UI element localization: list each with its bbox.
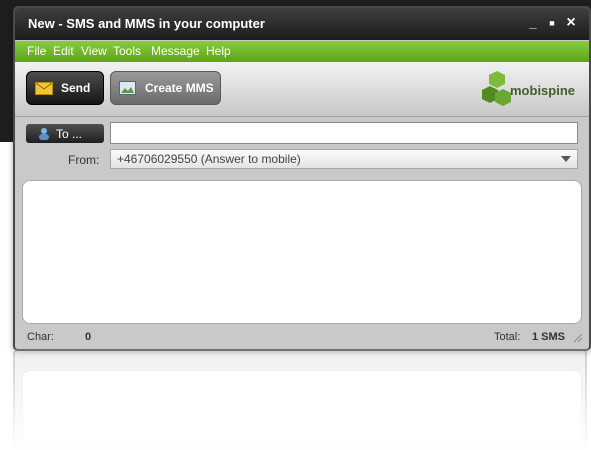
status-bar: Char: 0 Total: 1 SMS	[15, 326, 589, 349]
close-button[interactable]: ×	[564, 15, 578, 31]
create-mms-label: Create MMS	[145, 81, 214, 95]
from-select[interactable]: +46706029550 (Answer to mobile)	[110, 149, 578, 169]
dropdown-arrow-icon[interactable]	[561, 156, 571, 162]
logo-text: mobispine	[510, 83, 576, 98]
menu-view[interactable]: View	[81, 44, 107, 58]
recipient-input[interactable]	[110, 122, 578, 144]
contact-icon	[39, 128, 49, 140]
title-bar[interactable]: New - SMS and MMS in your computer _ ■ ×	[15, 8, 589, 40]
to-button-label: To ...	[56, 126, 83, 141]
image-icon	[119, 81, 136, 95]
total-value: 1 SMS	[532, 331, 566, 343]
menu-help[interactable]: Help	[206, 44, 231, 58]
maximize-button[interactable]: ■	[545, 16, 559, 30]
from-value: +46706029550 (Answer to mobile)	[117, 152, 301, 166]
resize-grip-icon[interactable]	[573, 333, 583, 343]
to-button[interactable]: To ...	[26, 124, 104, 143]
message-textarea[interactable]	[22, 180, 582, 324]
window-reflection	[13, 349, 587, 450]
send-label: Send	[61, 81, 91, 95]
reflection-frame	[13, 349, 587, 450]
char-label: Char:	[27, 331, 54, 343]
menu-message[interactable]: Message	[151, 44, 200, 58]
minimize-button[interactable]: _	[526, 16, 540, 30]
envelope-icon	[35, 81, 53, 95]
menu-bar: File Edit View Tools Message Help	[15, 41, 589, 62]
menu-file[interactable]: File	[27, 44, 46, 58]
send-button[interactable]: Send	[26, 71, 104, 105]
app-window: New - SMS and MMS in your computer _ ■ ×…	[13, 6, 591, 351]
reflection-message-area	[22, 370, 582, 448]
total-label: Total:	[494, 331, 521, 343]
char-count: 0	[85, 331, 92, 343]
mobispine-logo: mobispine	[481, 69, 581, 113]
toolbar: Send Create MMS mobispine	[15, 62, 589, 117]
menu-tools[interactable]: Tools	[113, 44, 141, 58]
from-label: From:	[68, 153, 100, 167]
create-mms-button[interactable]: Create MMS	[110, 71, 221, 105]
window-title: New - SMS and MMS in your computer	[28, 16, 265, 31]
menu-edit[interactable]: Edit	[53, 44, 74, 58]
